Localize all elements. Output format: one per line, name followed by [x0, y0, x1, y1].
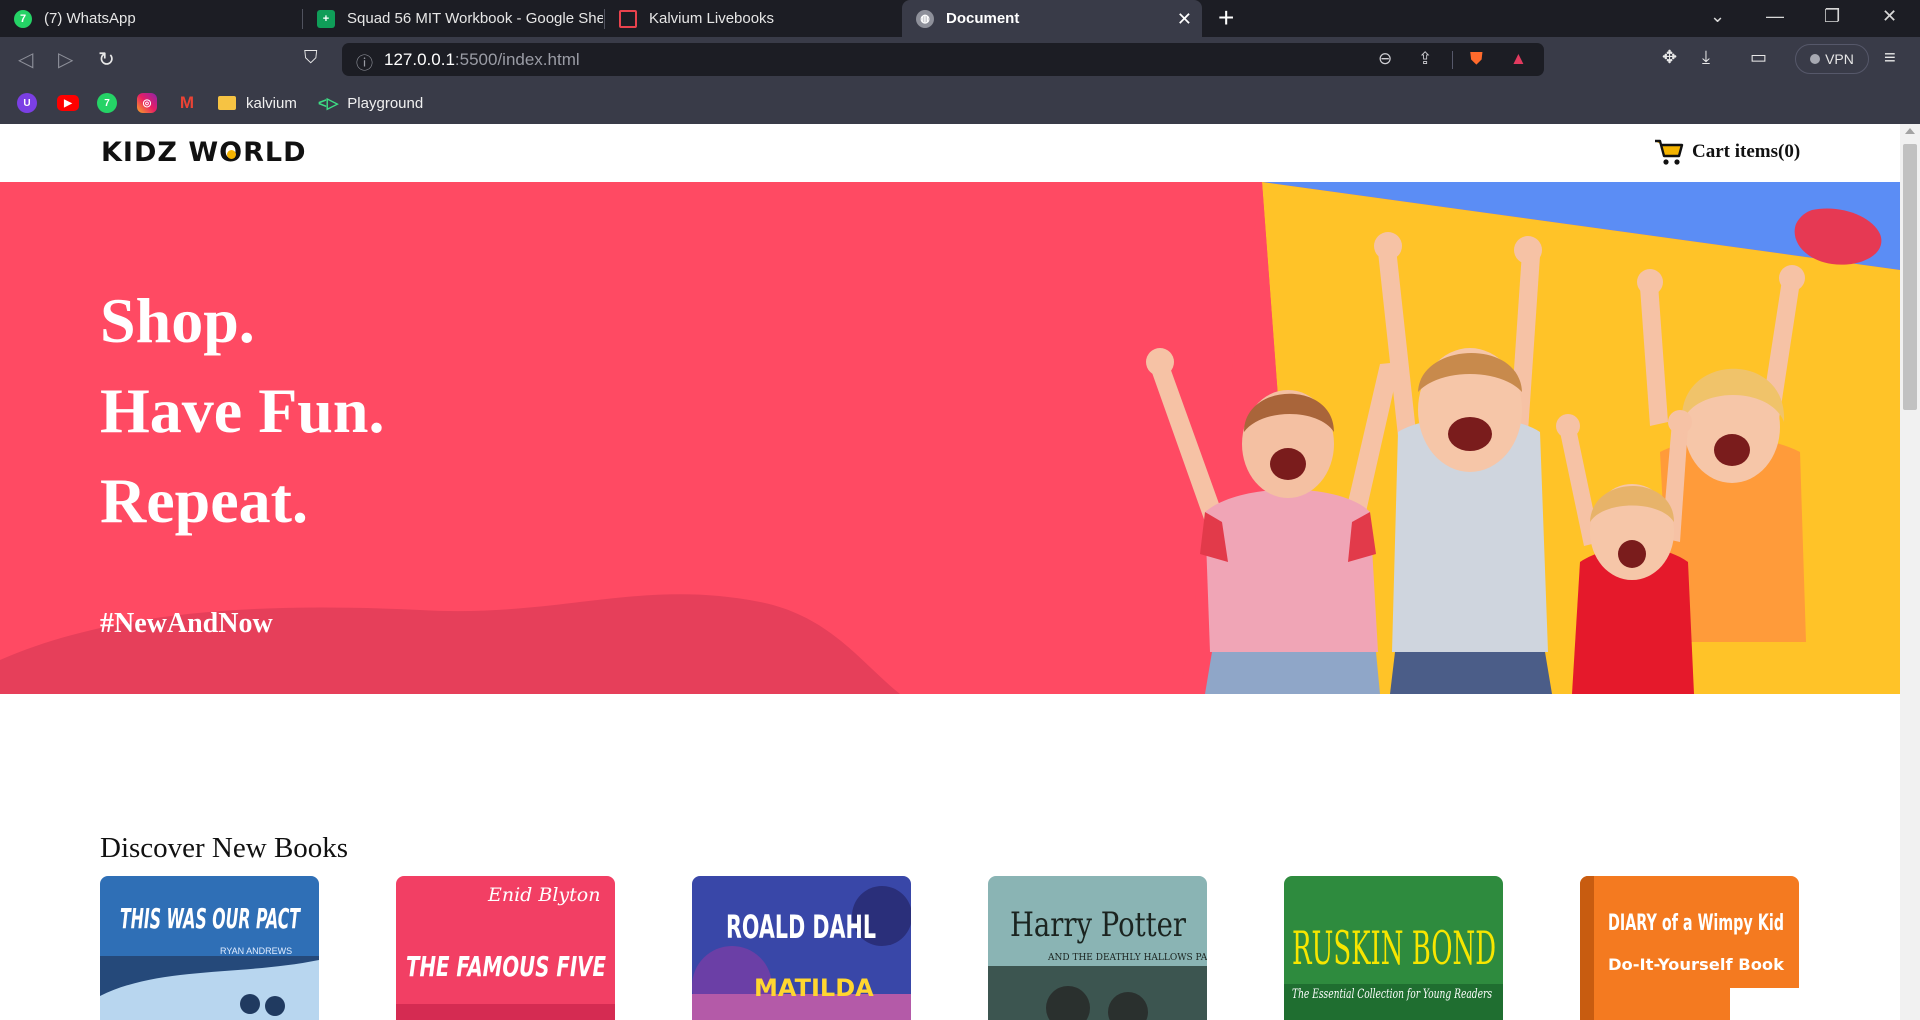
share-icon[interactable]: ⇪ — [1418, 49, 1432, 69]
book-title: RUSKIN BOND — [1292, 921, 1496, 975]
book-title: THE FAMOUS FIVE — [406, 950, 606, 983]
tab-whatsapp[interactable]: 7 (7) WhatsApp — [0, 0, 300, 37]
tab-title: Document — [946, 10, 1020, 27]
brave-shields-icon[interactable]: ⛊ — [1470, 49, 1483, 69]
bookmark-label: Playground — [347, 94, 424, 112]
uptime-icon: U — [17, 93, 37, 113]
whatsapp-icon: 7 — [14, 9, 32, 28]
tab-title: (7) WhatsApp — [44, 10, 136, 27]
book-title: ROALD DAHL — [726, 908, 876, 946]
hero-text: Shop. Have Fun. Repeat. #NewAndNow — [100, 276, 384, 640]
zoom-icon[interactable]: ⊖ — [1378, 49, 1392, 69]
tab-list-chevron-icon[interactable]: ⌄ — [1710, 6, 1725, 27]
url-input[interactable]: ⓘ 127.0.0.1:5500/index.html ⊖ ⇪ ⛊ ▲ — [342, 43, 1544, 76]
book-subtitle: Do-It-Yourself Book — [1608, 955, 1784, 974]
hero-line-shop: Shop. — [100, 285, 255, 356]
url-path: :5500/index.html — [454, 50, 580, 69]
hero-banner: Shop. Have Fun. Repeat. #NewAndNow — [0, 182, 1900, 694]
bookmark-uptime[interactable]: U — [17, 92, 37, 114]
extensions-icon[interactable]: ✥ — [1662, 47, 1677, 68]
kalvium-icon — [619, 9, 637, 28]
new-tab-button[interactable]: + — [1218, 4, 1234, 32]
globe-icon: ◍ — [916, 9, 934, 28]
cart-button[interactable]: Cart items(0) — [1654, 138, 1800, 166]
close-tab-icon[interactable]: ✕ — [1177, 9, 1192, 30]
brave-rewards-icon[interactable]: ▲ — [1510, 49, 1527, 69]
tab-document[interactable]: ◍ Document ✕ — [902, 0, 1202, 37]
cart-label: Cart items(0) — [1692, 141, 1801, 162]
logo-letter-o: O — [219, 137, 244, 168]
book-subtitle: AND THE DEATHLY HALLOWS PART 2 — [1047, 953, 1207, 963]
wallet-icon[interactable]: ▭ — [1750, 47, 1767, 68]
close-window-icon[interactable]: ✕ — [1882, 6, 1897, 27]
youtube-icon: ▶ — [57, 95, 79, 111]
tab-kalvium[interactable]: Kalvium Livebooks — [605, 0, 900, 37]
google-sheets-icon: + — [317, 9, 335, 28]
restore-icon[interactable]: ❐ — [1824, 6, 1840, 27]
forward-icon[interactable]: ▷ — [58, 47, 73, 72]
book-card[interactable]: ROALD DAHL MATILDA — [692, 876, 911, 1020]
instagram-icon: ◎ — [137, 93, 157, 113]
book-card[interactable]: Harry Potter AND THE DEATHLY HALLOWS PAR… — [988, 876, 1207, 1020]
downloads-icon[interactable]: ⤓ — [1702, 47, 1710, 68]
hero-line-repeat: Repeat. — [100, 465, 308, 536]
book-author: Enid Blyton — [487, 884, 600, 906]
gmail-icon: M — [179, 93, 195, 112]
book-card[interactable]: DIARY of a Wimpy Kid Do-It-Yourself Book — [1580, 876, 1799, 1020]
book-author: RYAN ANDREWS — [220, 946, 292, 956]
browser-tab-bar: 7 (7) WhatsApp + Squad 56 MIT Workbook -… — [0, 0, 1920, 37]
bookmarks-bar: U ▶ 7 ◎ M kalvium <▷ Playground — [0, 82, 1920, 124]
logo-text: KIDZ WORLD — [101, 137, 307, 168]
site-info-icon[interactable]: ⓘ — [356, 49, 373, 74]
vpn-label: VPN — [1825, 51, 1854, 67]
playground-icon: <▷ — [318, 95, 339, 112]
bookmark-label: kalvium — [246, 94, 297, 112]
cart-icon — [1655, 139, 1684, 165]
site-logo[interactable]: KIDZ WORLD — [101, 137, 307, 168]
minimize-icon[interactable]: — — [1766, 6, 1784, 27]
book-subtitle: The Essential Collection for Young Reade… — [1292, 987, 1492, 1002]
site-header: KIDZ WORLD Cart items(0) — [0, 124, 1900, 182]
page-viewport: KIDZ WORLD Cart items(0) Shop. Have Fun.… — [0, 124, 1900, 1020]
hero-hashtag: #NewAndNow — [100, 608, 273, 639]
vpn-button[interactable]: VPN — [1795, 44, 1869, 74]
book-card[interactable]: Enid Blyton THE FAMOUS FIVE — [396, 876, 615, 1020]
hero-line-have-fun: Have Fun. — [100, 375, 385, 446]
book-title: Harry Potter — [1010, 905, 1187, 945]
bookmark-whatsapp[interactable]: 7 — [97, 92, 117, 114]
bookmark-youtube[interactable]: ▶ — [57, 92, 79, 114]
bookmark-instagram[interactable]: ◎ — [137, 92, 157, 114]
reload-icon[interactable]: ↻ — [98, 47, 115, 72]
vpn-status-icon — [1810, 54, 1821, 64]
bookmark-playground[interactable]: <▷ Playground — [318, 92, 423, 114]
bookmark-kalvium-folder[interactable]: kalvium — [218, 92, 297, 114]
scrollbar-thumb[interactable] — [1903, 144, 1917, 410]
folder-icon — [218, 96, 236, 110]
bookmark-gmail[interactable]: M — [177, 92, 197, 114]
book-card[interactable]: THIS WAS OUR PACT RYAN ANDREWS — [100, 876, 319, 1020]
tab-title: Squad 56 MIT Workbook - Google She — [347, 10, 603, 27]
section-title: Discover New Books — [100, 832, 349, 864]
menu-icon[interactable]: ≡ — [1884, 47, 1896, 70]
whatsapp-icon: 7 — [97, 93, 117, 113]
tab-google-sheets[interactable]: + Squad 56 MIT Workbook - Google She — [303, 0, 603, 37]
scroll-up-icon[interactable] — [1905, 128, 1915, 134]
book-title: THIS WAS OUR PACT — [120, 902, 301, 935]
book-card[interactable]: RUSKIN BOND The Essential Collection for… — [1284, 876, 1503, 1020]
page-scrollbar[interactable] — [1900, 124, 1920, 1020]
tab-title: Kalvium Livebooks — [649, 10, 775, 27]
bookmark-icon[interactable]: ⛉ — [304, 47, 318, 68]
back-icon[interactable]: ◁ — [18, 47, 33, 72]
book-title: DIARY of a Wimpy Kid — [1608, 911, 1784, 936]
url-host: 127.0.0.1 — [384, 50, 455, 69]
book-subtitle: MATILDA — [754, 974, 874, 1002]
address-toolbar: ◁ ▷ ↻ ⛉ ⓘ 127.0.0.1:5500/index.html ⊖ ⇪ … — [0, 37, 1920, 82]
